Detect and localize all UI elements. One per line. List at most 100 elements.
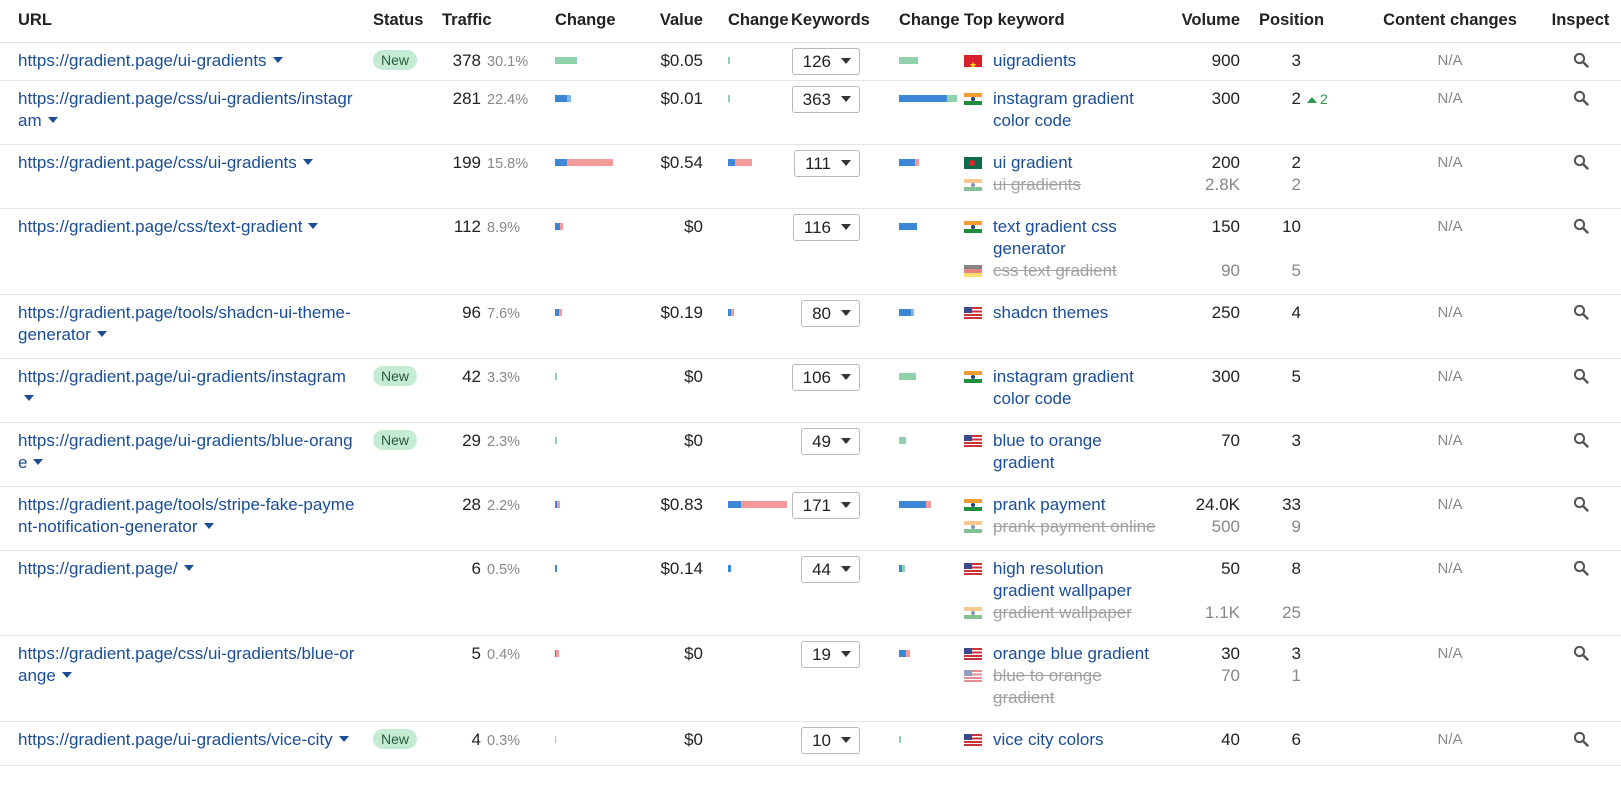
col-volume[interactable]: Volume: [1168, 0, 1240, 43]
inspect-button[interactable]: [1540, 295, 1621, 325]
search-icon[interactable]: [1573, 218, 1589, 234]
search-icon[interactable]: [1573, 154, 1589, 170]
table-row: https://gradient.page/ui-gradients/insta…: [0, 358, 1621, 423]
url-text[interactable]: https://gradient.page/ui-gradients/vice-…: [18, 730, 333, 749]
url-link[interactable]: https://gradient.page/css/ui-gradients/i…: [18, 81, 355, 140]
url-link[interactable]: https://gradient.page/css/ui-gradients/b…: [18, 636, 355, 695]
flag-us-icon: [964, 733, 982, 746]
url-text[interactable]: https://gradient.page/tools/stripe-fake-…: [18, 495, 354, 536]
url-text[interactable]: https://gradient.page/css/ui-gradients: [18, 153, 297, 172]
keywords-dropdown[interactable]: 106: [791, 363, 860, 391]
keyword-link[interactable]: ui gradient: [993, 152, 1072, 174]
search-icon[interactable]: [1573, 304, 1589, 320]
keyword-link[interactable]: css text gradient: [993, 260, 1117, 282]
keyword-link[interactable]: blue to orange gradient: [993, 665, 1160, 709]
col-traffic-change[interactable]: Change: [546, 0, 624, 43]
url-link[interactable]: https://gradient.page/css/ui-gradients: [18, 145, 355, 182]
inspect-button[interactable]: [1540, 722, 1621, 752]
url-text[interactable]: https://gradient.page/ui-gradients/insta…: [18, 367, 346, 386]
keywords-dropdown[interactable]: 171: [791, 491, 860, 519]
keywords-dropdown[interactable]: 116: [792, 213, 860, 241]
keyword-link[interactable]: vice city colors: [993, 729, 1104, 751]
search-icon[interactable]: [1573, 432, 1589, 448]
col-keywords[interactable]: Keywords: [787, 0, 881, 43]
search-icon[interactable]: [1573, 90, 1589, 106]
value-amount: $0: [684, 366, 703, 386]
keyword-link[interactable]: orange blue gradient: [993, 643, 1149, 665]
col-value[interactable]: Value: [624, 0, 711, 43]
search-icon[interactable]: [1573, 645, 1589, 661]
col-traffic[interactable]: Traffic: [433, 0, 546, 43]
col-content-changes[interactable]: Content changes: [1360, 0, 1540, 43]
caret-down-icon[interactable]: [338, 736, 349, 743]
url-link[interactable]: https://gradient.page/ui-gradients/insta…: [18, 359, 355, 418]
url-text[interactable]: https://gradient.page/css/text-gradient: [18, 217, 302, 236]
col-status[interactable]: Status: [365, 0, 433, 43]
search-icon[interactable]: [1573, 52, 1589, 68]
search-icon[interactable]: [1573, 496, 1589, 512]
keyword-link[interactable]: ui gradients: [993, 174, 1081, 196]
keywords-dropdown[interactable]: 126: [791, 47, 860, 75]
keyword-link[interactable]: gradient wallpaper: [993, 602, 1132, 624]
search-icon[interactable]: [1573, 368, 1589, 384]
caret-down-icon[interactable]: [96, 331, 107, 338]
col-keywords-change[interactable]: Change: [881, 0, 960, 43]
col-top-keyword[interactable]: Top keyword: [958, 0, 1168, 43]
caret-down-icon[interactable]: [272, 57, 283, 64]
inspect-button[interactable]: [1540, 423, 1621, 453]
url-link[interactable]: https://gradient.page/tools/shadcn-ui-th…: [18, 295, 355, 354]
keywords-dropdown[interactable]: 44: [801, 555, 860, 583]
search-icon[interactable]: [1573, 560, 1589, 576]
url-text[interactable]: https://gradient.page/ui-gradients: [18, 51, 267, 70]
caret-down-icon[interactable]: [61, 672, 72, 679]
url-text[interactable]: https://gradient.page/css/ui-gradients/b…: [18, 644, 354, 685]
keywords-dropdown[interactable]: 80: [801, 299, 860, 327]
inspect-button[interactable]: [1540, 636, 1621, 666]
search-icon[interactable]: [1573, 731, 1589, 747]
keyword-link[interactable]: text gradient css generator: [993, 216, 1160, 260]
url-link[interactable]: https://gradient.page/ui-gradients/blue-…: [18, 423, 355, 482]
keyword-link[interactable]: shadcn themes: [993, 302, 1108, 324]
keywords-dropdown[interactable]: 19: [801, 640, 860, 668]
caret-down-icon[interactable]: [33, 459, 44, 466]
col-inspect[interactable]: Inspect: [1540, 0, 1621, 43]
keyword-link[interactable]: prank payment: [993, 494, 1105, 516]
caret-down-icon[interactable]: [47, 117, 58, 124]
traffic-change-bar: [555, 436, 557, 444]
url-link[interactable]: https://gradient.page/ui-gradients/vice-…: [18, 722, 355, 759]
col-url[interactable]: URL: [0, 0, 365, 43]
inspect-button[interactable]: [1540, 81, 1621, 111]
url-text[interactable]: https://gradient.page/: [18, 559, 178, 578]
inspect-button[interactable]: [1540, 551, 1621, 581]
caret-down-icon[interactable]: [302, 159, 313, 166]
value-amount: $0.83: [660, 494, 703, 514]
caret-down-icon[interactable]: [308, 223, 319, 230]
keywords-dropdown[interactable]: 10: [801, 726, 860, 754]
url-text[interactable]: https://gradient.page/tools/shadcn-ui-th…: [18, 303, 351, 344]
caret-down-icon[interactable]: [24, 395, 34, 402]
keyword-link[interactable]: instagram gradient color code: [993, 88, 1160, 132]
keywords-dropdown[interactable]: 49: [801, 427, 860, 455]
url-text[interactable]: https://gradient.page/ui-gradients/blue-…: [18, 431, 353, 472]
inspect-button[interactable]: [1540, 43, 1621, 73]
inspect-button[interactable]: [1540, 209, 1621, 239]
caret-down-icon[interactable]: [183, 565, 194, 572]
url-text[interactable]: https://gradient.page/css/ui-gradients/i…: [18, 89, 353, 130]
keyword-link[interactable]: instagram gradient color code: [993, 366, 1160, 410]
url-link[interactable]: https://gradient.page/tools/stripe-fake-…: [18, 487, 355, 546]
keyword-link[interactable]: uigradients: [993, 50, 1076, 72]
keywords-dropdown[interactable]: 363: [791, 85, 860, 113]
inspect-button[interactable]: [1540, 359, 1621, 389]
keyword-link[interactable]: blue to orange gradient: [993, 430, 1160, 474]
col-value-change[interactable]: Change: [711, 0, 789, 43]
inspect-button[interactable]: [1540, 145, 1621, 175]
keywords-dropdown[interactable]: 111: [794, 149, 860, 177]
inspect-button[interactable]: [1540, 487, 1621, 517]
keyword-link[interactable]: prank payment online: [993, 516, 1156, 538]
caret-down-icon[interactable]: [203, 523, 214, 530]
url-link[interactable]: https://gradient.page/css/text-gradient: [18, 209, 355, 246]
col-position[interactable]: Position: [1240, 0, 1360, 43]
url-link[interactable]: https://gradient.page/: [18, 551, 355, 588]
keyword-link[interactable]: high resolution gradient wallpaper: [993, 558, 1160, 602]
url-link[interactable]: https://gradient.page/ui-gradients: [18, 43, 355, 80]
